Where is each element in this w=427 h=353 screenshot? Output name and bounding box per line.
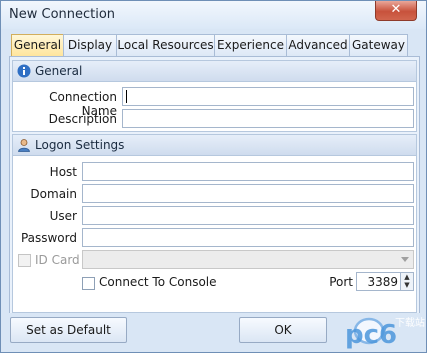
chevron-down-icon [401, 257, 409, 262]
svg-text:pc6: pc6 [345, 320, 397, 350]
password-label: Password [20, 231, 77, 245]
tab-general[interactable]: General [11, 34, 64, 57]
domain-input[interactable] [82, 184, 414, 203]
text-caret [126, 90, 127, 103]
spin-down-icon[interactable]: ▼ [401, 281, 413, 289]
close-icon: ✕ [390, 2, 402, 17]
user-icon [18, 139, 30, 152]
connect-to-console-checkbox[interactable] [82, 277, 95, 290]
tab-display[interactable]: Display [63, 34, 117, 56]
connect-to-console-label: Connect To Console [99, 275, 217, 289]
logon-group-title: Logon Settings [35, 138, 125, 152]
pc6-watermark-logo: pc6 下载站 [345, 316, 425, 350]
general-group: General Connection Name Description [12, 60, 417, 132]
port-stepper[interactable]: 3389 ▲ ▼ [356, 272, 414, 291]
title-bar[interactable]: New Connection ✕ [1, 1, 426, 29]
tab-local-resources[interactable]: Local Resources [116, 34, 215, 56]
tab-experience[interactable]: Experience [214, 34, 287, 56]
general-group-header: General [13, 61, 416, 82]
user-input[interactable] [82, 206, 414, 225]
host-label: Host [49, 165, 77, 179]
dialog-window: New Connection ✕ General Display Local R… [0, 0, 427, 353]
tab-gateway[interactable]: Gateway [349, 34, 408, 56]
ok-button[interactable]: OK [239, 317, 327, 343]
port-spin-buttons[interactable]: ▲ ▼ [400, 273, 413, 290]
password-input[interactable] [82, 228, 414, 247]
description-label: Description [48, 112, 117, 126]
window-title: New Connection [9, 7, 116, 22]
id-card-checkbox[interactable] [18, 254, 31, 267]
id-card-label: ID Card [35, 253, 80, 267]
tab-advanced[interactable]: Advanced [286, 34, 350, 56]
connection-name-input[interactable] [122, 87, 414, 106]
set-as-default-button[interactable]: Set as Default [10, 317, 127, 343]
id-card-dropdown[interactable] [82, 250, 414, 269]
domain-label: Domain [30, 187, 77, 201]
general-group-title: General [35, 64, 83, 78]
logon-settings-group: Logon Settings Host Domain User Password… [12, 134, 417, 313]
close-button[interactable]: ✕ [375, 1, 417, 21]
port-label: Port [329, 275, 353, 289]
port-value: 3389 [367, 275, 398, 289]
tab-panel-general: General Connection Name Description Logo… [9, 56, 420, 315]
host-input[interactable] [82, 162, 414, 181]
user-label: User [49, 209, 77, 223]
spin-up-icon[interactable]: ▲ [401, 273, 413, 281]
description-input[interactable] [122, 109, 414, 128]
svg-text:下载站: 下载站 [395, 316, 425, 329]
info-icon [17, 64, 31, 78]
logon-group-header: Logon Settings [13, 135, 416, 156]
